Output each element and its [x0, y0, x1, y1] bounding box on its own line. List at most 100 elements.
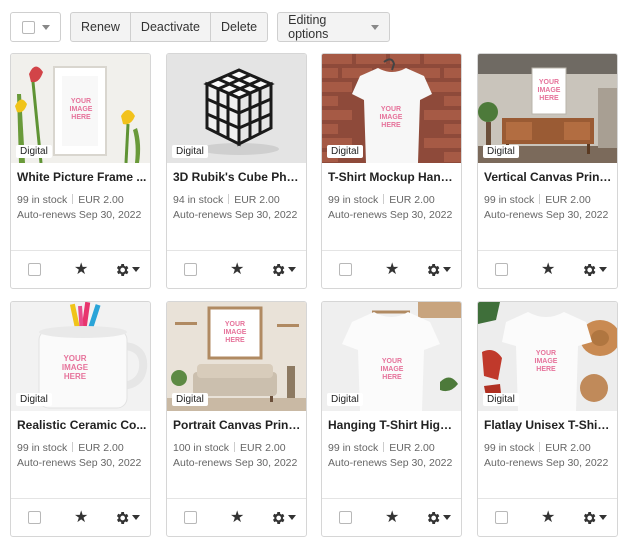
digital-badge: Digital	[327, 145, 363, 158]
listing-card[interactable]: YOUR IMAGE HERE Digital Portrait Canvas Pr…	[166, 301, 307, 537]
select-all-dropdown[interactable]	[10, 12, 61, 42]
delete-button[interactable]: Delete	[209, 12, 269, 42]
listing-card[interactable]: Digital 3D Rubik's Cube Phot... 94 in st…	[166, 53, 307, 289]
chevron-down-icon	[41, 24, 50, 30]
settings-menu[interactable]	[270, 262, 297, 278]
listing-checkbox[interactable]	[495, 511, 508, 524]
stock-count: 99 in stock	[17, 442, 68, 454]
listing-card[interactable]: YOUR IMAGE HERE Digital Flatlay Unisex T-S…	[477, 301, 618, 537]
listing-thumbnail[interactable]: YOUR IMAGE HERE Digital	[322, 54, 461, 163]
settings-menu[interactable]	[270, 510, 297, 526]
listing-checkbox[interactable]	[28, 263, 41, 276]
image-placeholder-text: YOUR IMAGE HERE	[379, 106, 403, 129]
chevron-down-icon	[371, 24, 380, 30]
listing-card[interactable]: YOUR IMAGE HERE Digital T-Shirt Mockup Han…	[321, 53, 462, 289]
listing-thumbnail[interactable]: YOUR IMAGE HERE Digital	[11, 54, 150, 163]
renewal-date: Auto-renews Sep 30, 2022	[17, 457, 142, 469]
card-actions: ★	[11, 250, 150, 288]
select-all-checkbox[interactable]	[21, 20, 35, 34]
stock-count: 99 in stock	[484, 194, 535, 206]
settings-menu[interactable]	[114, 510, 141, 526]
editing-options-label: Editing options	[288, 13, 329, 41]
digital-badge: Digital	[483, 393, 519, 406]
price: EUR 2.00	[234, 194, 280, 206]
image-placeholder-text: YOUR IMAGE HERE	[534, 350, 558, 373]
stock-count: 99 in stock	[484, 442, 535, 454]
chevron-down-icon	[599, 267, 608, 272]
price: EUR 2.00	[545, 194, 591, 206]
listing-title[interactable]: Vertical Canvas Print ...	[484, 170, 614, 184]
digital-badge: Digital	[483, 145, 519, 158]
settings-menu[interactable]	[425, 510, 452, 526]
image-placeholder-text: YOUR IMAGE HERE	[61, 354, 89, 381]
gear-icon	[273, 263, 285, 276]
listing-title[interactable]: White Picture Frame ...	[17, 170, 147, 184]
settings-menu[interactable]	[114, 262, 141, 278]
listing-title[interactable]: Portrait Canvas Print ...	[173, 418, 303, 432]
gear-icon	[584, 263, 596, 276]
chevron-down-icon	[132, 515, 141, 520]
gear-icon	[584, 511, 596, 524]
star-icon[interactable]: ★	[541, 509, 555, 526]
gear-icon	[428, 511, 440, 524]
price: EUR 2.00	[78, 442, 124, 454]
listing-title[interactable]: Realistic Ceramic Co...	[17, 418, 147, 432]
listing-checkbox[interactable]	[495, 263, 508, 276]
chevron-down-icon	[443, 515, 452, 520]
listing-checkbox[interactable]	[184, 263, 197, 276]
star-icon[interactable]: ★	[541, 261, 555, 278]
editing-options-dropdown[interactable]: Editing options	[277, 12, 391, 42]
card-actions: ★	[322, 498, 461, 536]
price: EUR 2.00	[78, 194, 124, 206]
deactivate-button[interactable]: Deactivate	[129, 12, 211, 42]
renewal-date: Auto-renews Sep 30, 2022	[17, 209, 142, 221]
digital-badge: Digital	[327, 393, 363, 406]
listing-checkbox[interactable]	[28, 511, 41, 524]
card-actions: ★	[11, 498, 150, 536]
settings-menu[interactable]	[581, 262, 608, 278]
renewal-date: Auto-renews Sep 30, 2022	[328, 209, 453, 221]
card-actions: ★	[478, 498, 617, 536]
chevron-down-icon	[443, 267, 452, 272]
gear-icon	[117, 263, 129, 276]
renewal-date: Auto-renews Sep 30, 2022	[484, 457, 609, 469]
price: EUR 2.00	[545, 442, 591, 454]
star-icon[interactable]: ★	[74, 509, 88, 526]
stock-count: 94 in stock	[173, 194, 224, 206]
image-placeholder-text: YOUR IMAGE HERE	[380, 358, 404, 381]
listing-meta: 94 in stock EUR 2.00	[173, 194, 280, 206]
listing-thumbnail[interactable]: Digital	[167, 54, 306, 163]
star-icon[interactable]: ★	[230, 509, 244, 526]
listing-title[interactable]: Hanging T-Shirt High ...	[328, 418, 458, 432]
image-placeholder-text: YOUR IMAGE HERE	[537, 79, 561, 102]
listing-checkbox[interactable]	[339, 511, 352, 524]
listing-thumbnail[interactable]: YOUR IMAGE HERE Digital	[167, 302, 306, 411]
card-actions: ★	[322, 250, 461, 288]
listing-card[interactable]: YOUR IMAGE HERE Digital White Picture Fram…	[10, 53, 151, 289]
star-icon[interactable]: ★	[385, 509, 399, 526]
listing-checkbox[interactable]	[184, 511, 197, 524]
star-icon[interactable]: ★	[74, 261, 88, 278]
listing-card[interactable]: YOUR IMAGE HERE Digital Vertical Canvas Pr…	[477, 53, 618, 289]
listing-card[interactable]: YOUR IMAGE HERE Digital Realistic Ceramic …	[10, 301, 151, 537]
listing-meta: 99 in stock EUR 2.00	[17, 194, 124, 206]
listing-thumbnail[interactable]: YOUR IMAGE HERE Digital	[322, 302, 461, 411]
settings-menu[interactable]	[581, 510, 608, 526]
listing-checkbox[interactable]	[339, 263, 352, 276]
listing-thumbnail[interactable]: YOUR IMAGE HERE Digital	[11, 302, 150, 411]
renewal-date: Auto-renews Sep 30, 2022	[173, 209, 298, 221]
listing-card[interactable]: YOUR IMAGE HERE Digital Hanging T-Shirt Hi…	[321, 301, 462, 537]
stock-count: 99 in stock	[328, 194, 379, 206]
settings-menu[interactable]	[425, 262, 452, 278]
card-actions: ★	[167, 250, 306, 288]
listing-thumbnail[interactable]: YOUR IMAGE HERE Digital	[478, 302, 617, 411]
renew-button[interactable]: Renew	[70, 12, 131, 42]
listing-title[interactable]: T-Shirt Mockup Hangi...	[328, 170, 458, 184]
listing-title[interactable]: 3D Rubik's Cube Phot...	[173, 170, 303, 184]
star-icon[interactable]: ★	[385, 261, 399, 278]
star-icon[interactable]: ★	[230, 261, 244, 278]
card-actions: ★	[478, 250, 617, 288]
stock-count: 99 in stock	[328, 442, 379, 454]
listing-title[interactable]: Flatlay Unisex T-Shirt ...	[484, 418, 614, 432]
listing-thumbnail[interactable]: YOUR IMAGE HERE Digital	[478, 54, 617, 163]
